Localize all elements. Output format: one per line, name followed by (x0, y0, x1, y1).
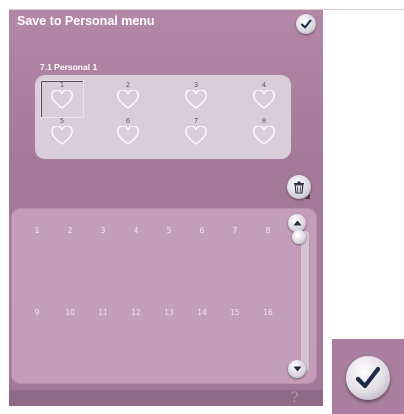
stitch-cell-2[interactable]: 2 (60, 226, 80, 235)
heart-icon (253, 90, 275, 109)
checkmark-icon (301, 19, 312, 29)
stitch-list-area[interactable]: 1 2 3 4 5 6 7 8 9 10 11 12 13 14 15 16 (11, 208, 317, 384)
personal-menu-label: 7.1 Personal 1 (40, 62, 98, 72)
slot-number: 7 (193, 117, 199, 125)
stitch-cell-14[interactable]: 14 (192, 308, 212, 317)
personal-slot-2[interactable]: 2 (107, 81, 149, 117)
scrollbar-track[interactable] (300, 230, 310, 372)
personal-slot-5[interactable]: 5 (41, 117, 83, 153)
stitch-cell-13[interactable]: 13 (159, 308, 179, 317)
stitch-cell-4[interactable]: 4 (126, 226, 146, 235)
personal-slot-7[interactable]: 7 (175, 117, 217, 153)
stitch-cell-7[interactable]: 7 (225, 226, 245, 235)
stitch-cell-5[interactable]: 5 (159, 226, 179, 235)
stitch-cell-11[interactable]: 11 (93, 308, 113, 317)
slot-number: 2 (125, 81, 131, 89)
stitch-cell-3[interactable]: 3 (93, 226, 113, 235)
checkmark-icon (355, 366, 381, 389)
arrow-up-icon (293, 220, 301, 226)
stitch-cell-1[interactable]: 1 (27, 226, 47, 235)
dialog-title: Save to Personal menu (17, 14, 155, 28)
personal-slot-8[interactable]: 8 (243, 117, 285, 153)
stitch-cell-8[interactable]: 8 (258, 226, 278, 235)
personal-slot-6[interactable]: 6 (107, 117, 149, 153)
stitch-cell-6[interactable]: 6 (192, 226, 212, 235)
personal-slot-3[interactable]: 3 (175, 81, 217, 117)
heart-icon (51, 90, 73, 109)
heart-icon (51, 126, 73, 145)
arrow-down-icon (293, 366, 301, 372)
stitch-cell-16[interactable]: 16 (258, 308, 278, 317)
ok-button-small[interactable] (296, 14, 316, 34)
corner-indicator (305, 194, 310, 199)
slot-number: 1 (59, 81, 65, 89)
heart-icon (253, 126, 275, 145)
save-dialog: Save to Personal menu 7.1 Personal 1 1 2… (9, 10, 323, 406)
stitch-cell-15[interactable]: 15 (225, 308, 245, 317)
personal-slot-1[interactable]: 1 (40, 80, 84, 118)
help-icon[interactable]: ? (291, 390, 299, 406)
stitch-cell-9[interactable]: 9 (27, 308, 47, 317)
stitch-cell-10[interactable]: 10 (60, 308, 80, 317)
scroll-down-button[interactable] (288, 360, 306, 378)
heart-icon (185, 90, 207, 109)
slot-number: 4 (261, 81, 267, 89)
ok-tile (332, 339, 404, 414)
stitch-cell-12[interactable]: 12 (126, 308, 146, 317)
slot-number: 8 (261, 117, 267, 125)
heart-icon (185, 126, 207, 145)
personal-menu-grid: 1 2 3 4 5 6 7 8 (35, 75, 291, 159)
personal-slot-4[interactable]: 4 (243, 81, 285, 117)
slot-number: 3 (193, 81, 199, 89)
bottom-bar: ? (9, 390, 323, 406)
heart-icon (117, 126, 139, 145)
heart-icon (117, 90, 139, 109)
scrollbar-thumb[interactable] (292, 230, 306, 244)
trash-icon (294, 181, 304, 194)
slot-number: 5 (59, 117, 65, 125)
ok-button[interactable] (346, 356, 390, 400)
slot-number: 6 (125, 117, 131, 125)
